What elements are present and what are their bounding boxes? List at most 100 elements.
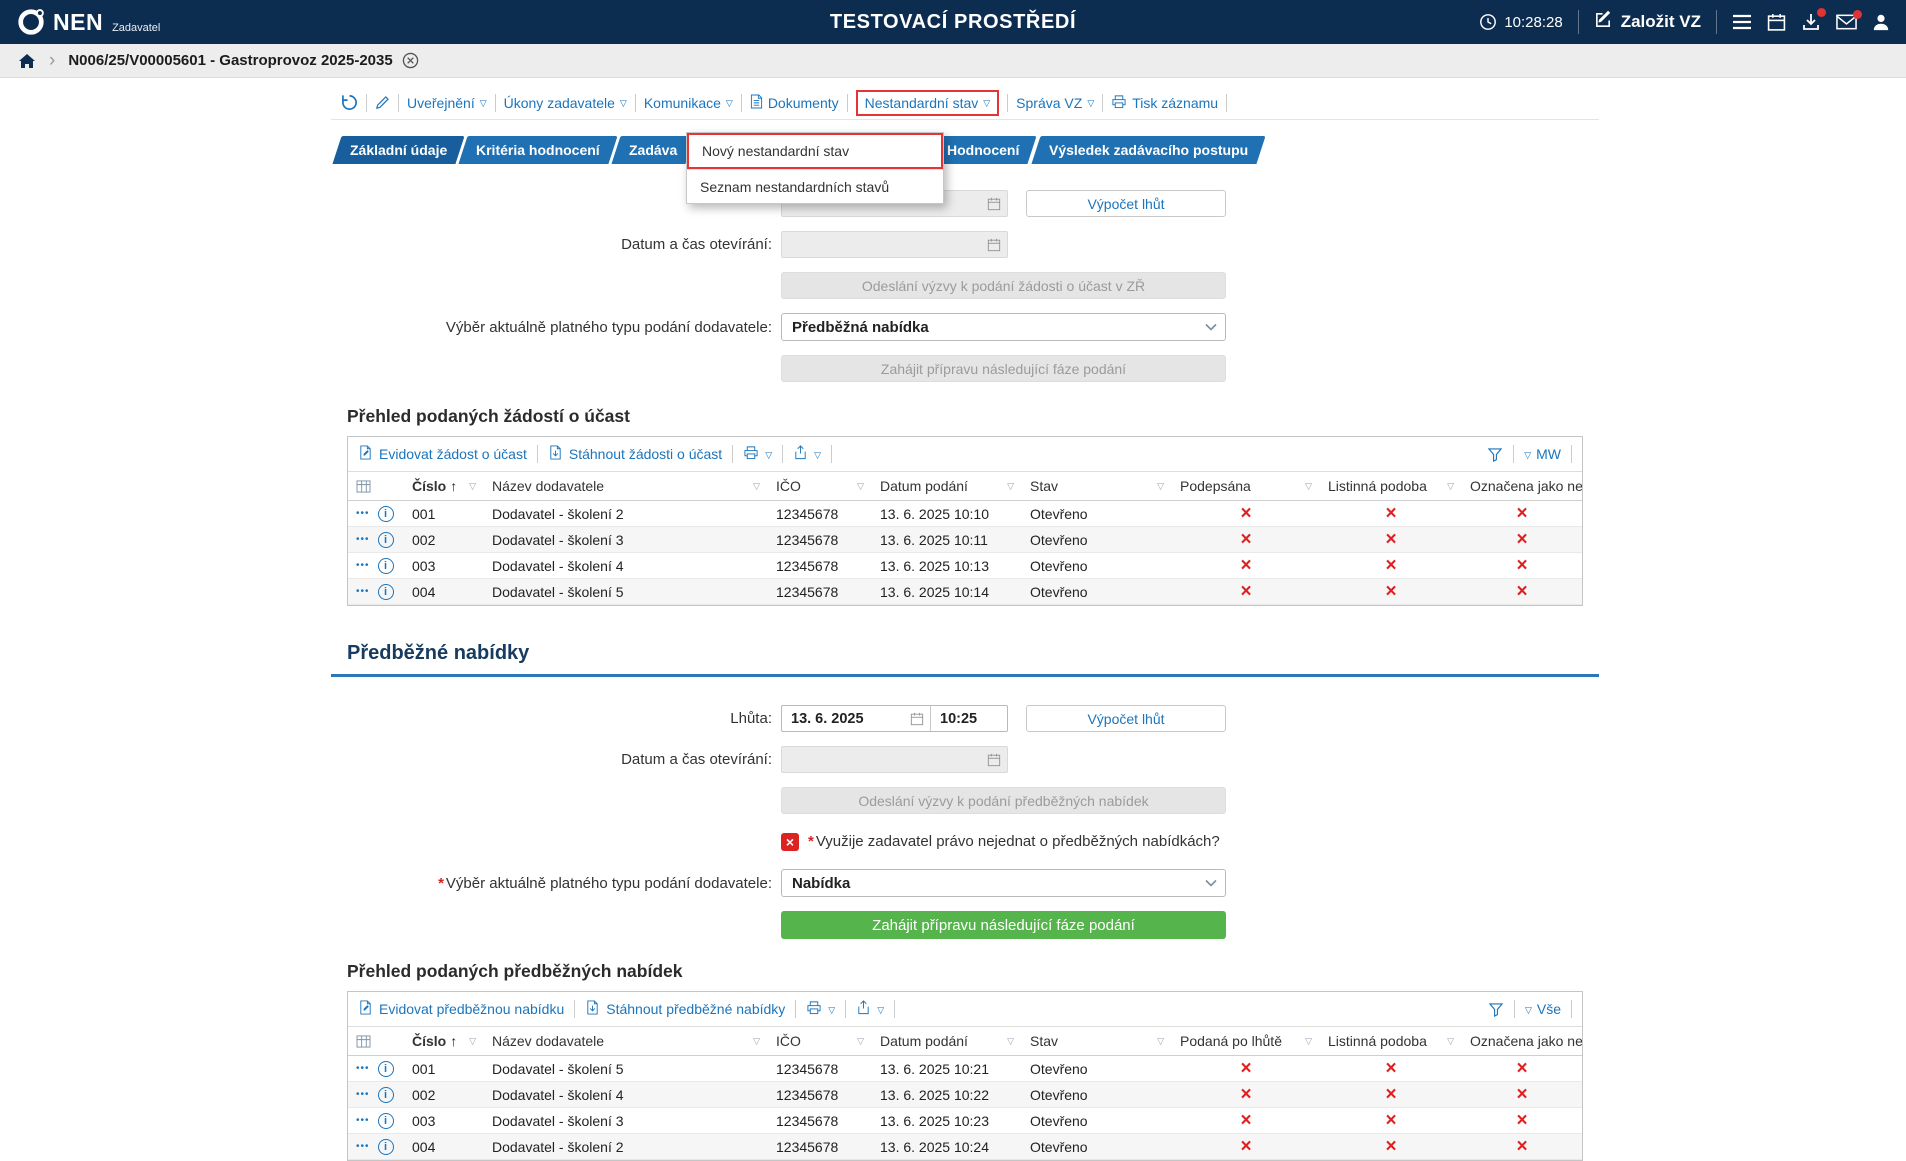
submission-type-select[interactable]: Nabídka (781, 869, 1226, 897)
column-header-podepsana[interactable]: Podepsána ▽ (1172, 472, 1320, 501)
applications-table-title: Přehled podaných žádostí o účast (347, 406, 630, 426)
column-settings-header[interactable] (348, 472, 404, 501)
more-options-icon[interactable]: ••• (356, 534, 370, 545)
create-vz-button[interactable]: Založit VZ (1594, 10, 1701, 34)
dropdown-item-seznam-nestandardnich-stavu[interactable]: Seznam nestandardních stavů (687, 169, 943, 203)
filter-icon[interactable] (1488, 1002, 1504, 1017)
menu-tisk-zaznamu[interactable]: Tisk záznamu (1111, 94, 1218, 112)
column-header-ico[interactable]: IČO ▽ (768, 1027, 872, 1056)
column-header-ico[interactable]: IČO ▽ (768, 472, 872, 501)
separator (1571, 445, 1572, 463)
cell-oznacena: × (1462, 578, 1582, 605)
table-row: ••• i 004 Dodavatel - školení 2 12345678 … (348, 1133, 1582, 1160)
calendar-icon (987, 238, 1001, 252)
export-table-button[interactable]: ▽ (856, 1000, 884, 1018)
form-row: × * Využije zadavatel právo nejednat o př… (331, 828, 1599, 855)
column-header-listinna[interactable]: Listinná podoba ▽ (1320, 1027, 1462, 1056)
more-options-icon[interactable]: ••• (356, 1063, 370, 1074)
tab-vysledek[interactable]: Výsledek zadávacího postupu (1030, 136, 1266, 164)
question-label: * Využije zadavatel právo nejednat o před… (808, 833, 1220, 850)
close-record-button[interactable] (402, 52, 419, 69)
column-header-stav[interactable]: Stav ▽ (1022, 1027, 1172, 1056)
column-header-oznacena[interactable]: Označena jako nep (1462, 1027, 1582, 1056)
calendar-button[interactable] (1767, 13, 1786, 32)
register-offer-button[interactable]: Evidovat předběžnou nabídku (358, 1000, 564, 1018)
print-table-button[interactable]: ▽ (743, 445, 772, 463)
home-button[interactable] (18, 53, 36, 69)
register-application-button[interactable]: Evidovat žádost o účast (358, 445, 527, 463)
menu-komunikace[interactable]: Komunikace ▽ (644, 95, 733, 111)
submission-type-select[interactable]: Předběžná nabídka (781, 313, 1226, 341)
history-button[interactable] (341, 94, 358, 111)
deadline-datetime-input[interactable]: 13. 6. 2025 10:25 (781, 705, 1008, 732)
messages-button[interactable] (1836, 10, 1862, 30)
tab-zadavaci[interactable]: Zadáva (611, 136, 695, 164)
column-header-nazev[interactable]: Název dodavatele ▽ (484, 1027, 768, 1056)
view-selector[interactable]: ▽ MW (1524, 446, 1561, 462)
info-icon[interactable]: i (377, 1086, 394, 1103)
calendar-icon[interactable] (910, 712, 924, 726)
column-header-listinna[interactable]: Listinná podoba ▽ (1320, 472, 1462, 501)
column-header-cislo[interactable]: Číslo ↑ ▽ (404, 1027, 484, 1056)
checkbox-no-icon[interactable]: × (781, 832, 799, 851)
tab-hodnoceni[interactable]: Hodnocení (929, 136, 1038, 164)
next-phase-button[interactable]: Zahájit přípravu následující fáze podání (781, 911, 1226, 939)
more-options-icon[interactable]: ••• (356, 1089, 370, 1100)
downloads-button[interactable] (1801, 8, 1826, 32)
top-bar-actions: 10:28:28 Založit VZ (1479, 8, 1890, 34)
x-mark-icon: × (1240, 529, 1252, 550)
menu-sprava-vz[interactable]: Správa VZ ▽ (1016, 95, 1094, 111)
cell-listinna: × (1320, 526, 1462, 553)
column-header-podana-po-lhute[interactable]: Podaná po lhůtě ▽ (1172, 1027, 1320, 1056)
more-options-icon[interactable]: ••• (356, 1115, 370, 1126)
separator (846, 93, 848, 112)
info-icon[interactable]: i (377, 505, 394, 522)
document-edit-icon (358, 445, 373, 463)
column-header-cislo[interactable]: Číslo ↑ ▽ (404, 472, 484, 501)
export-table-button[interactable]: ▽ (793, 445, 821, 463)
info-icon[interactable]: i (377, 1060, 394, 1077)
print-table-button[interactable]: ▽ (806, 1000, 835, 1018)
more-options-icon[interactable]: ••• (356, 560, 370, 571)
dropdown-item-novy-nestandardni-stav[interactable]: Nový nestandardní stav (687, 133, 943, 169)
download-applications-button[interactable]: Stáhnout žádosti o účast (548, 445, 722, 463)
table-toolbar-right: ▽ Vše (1488, 1000, 1572, 1018)
breadcrumb-item[interactable]: N006/25/V00005601 - Gastroprovoz 2025-20… (68, 52, 418, 69)
column-header-oznacena[interactable]: Označena jako ne (1462, 472, 1582, 501)
export-icon (856, 1000, 871, 1018)
info-icon[interactable]: i (377, 531, 394, 548)
deadline-date-value[interactable]: 13. 6. 2025 (782, 711, 910, 727)
column-header-stav[interactable]: Stav ▽ (1022, 472, 1172, 501)
cell-datum: 13. 6. 2025 10:11 (872, 526, 1022, 553)
menu-ukony-zadavatele[interactable]: Úkony zadavatele ▽ (504, 95, 627, 111)
info-icon[interactable]: i (377, 1138, 394, 1155)
column-header-datum[interactable]: Datum podání ▽ (872, 1027, 1022, 1056)
deadline-time-value[interactable]: 10:25 (931, 711, 1007, 727)
edit-button[interactable] (375, 95, 390, 110)
more-options-icon[interactable]: ••• (356, 586, 370, 597)
tab-zakladni-udaje[interactable]: Základní údaje (332, 136, 465, 164)
more-options-icon[interactable]: ••• (356, 508, 370, 519)
info-icon[interactable]: i (377, 583, 394, 600)
offers-panel-toolbar: Evidovat předběžnou nabídku Stáhnout pře… (348, 992, 1582, 1027)
menu-uverejneni[interactable]: Uveřejnění ▽ (407, 95, 487, 111)
info-icon[interactable]: i (377, 1112, 394, 1129)
more-options-icon[interactable]: ••• (356, 1141, 370, 1152)
info-icon[interactable]: i (377, 557, 394, 574)
nen-logo-icon[interactable] (16, 7, 46, 37)
menu-dokumenty[interactable]: Dokumenty (750, 94, 839, 112)
column-settings-header[interactable] (348, 1027, 404, 1056)
download-offers-button[interactable]: Stáhnout předběžné nabídky (585, 1000, 785, 1018)
column-header-datum[interactable]: Datum podání ▽ (872, 472, 1022, 501)
column-header-nazev[interactable]: Název dodavatele ▽ (484, 472, 768, 501)
view-selector[interactable]: ▽ Vše (1525, 1001, 1561, 1017)
x-mark-icon: × (1385, 1110, 1397, 1131)
tab-kriteria-hodnoceni[interactable]: Kritéria hodnocení (458, 136, 618, 164)
dropdown-caret-icon: ▽ (479, 98, 487, 108)
menu-nestandardni-stav[interactable]: Nestandardní stav ▽ (865, 95, 991, 111)
filter-icon[interactable] (1487, 447, 1503, 462)
vypocet-lhut-button[interactable]: Výpočet lhůt (1026, 705, 1226, 732)
profile-button[interactable] (1872, 13, 1890, 31)
vypocet-lhut-button[interactable]: Výpočet lhůt (1026, 190, 1226, 217)
menu-button[interactable] (1732, 14, 1752, 30)
